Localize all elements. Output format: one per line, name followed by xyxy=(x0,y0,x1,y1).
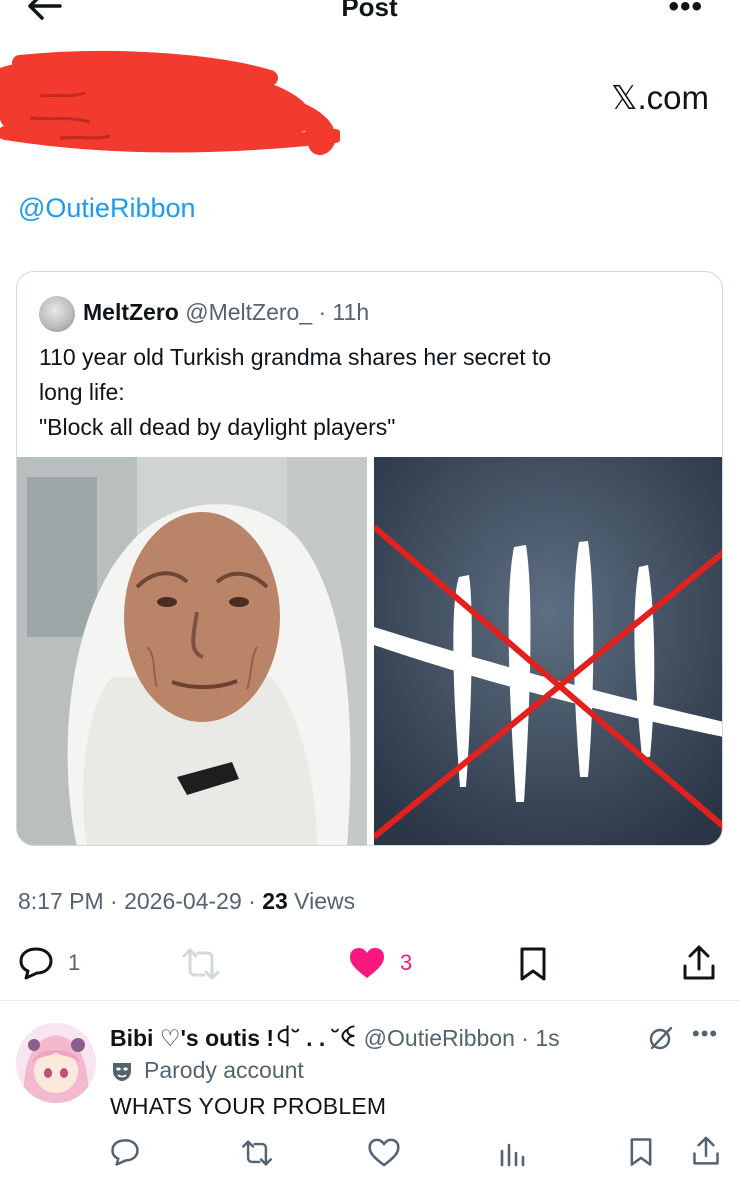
reply-button[interactable]: 1 xyxy=(18,946,80,980)
x-watermark: 𝕏.com xyxy=(610,79,709,116)
timestamp-text: 8:17 PM · 2026-04-29 · xyxy=(18,888,263,914)
views-count: 23 xyxy=(262,888,288,914)
repost-icon xyxy=(182,948,220,980)
reply-header: Bibi ♡'s outis !ꒉ˘ . . ˘ꒊ @OutieRibbon ·… xyxy=(110,1021,560,1052)
reply-text: WHATS YOUR PROBLEM xyxy=(110,1093,387,1119)
repost-button[interactable] xyxy=(180,948,222,980)
page-title: Post xyxy=(341,0,398,22)
mask-icon xyxy=(113,1062,131,1081)
share-icon[interactable] xyxy=(692,1135,720,1167)
share-icon xyxy=(683,945,715,980)
avatar[interactable] xyxy=(16,1023,96,1103)
bookmark-icon xyxy=(520,947,546,981)
heart-icon xyxy=(350,948,384,978)
quoted-text-line: "Block all dead by daylight players" xyxy=(39,414,396,440)
quoted-text-line: 110 year old Turkish grandma shares her … xyxy=(39,344,552,370)
grok-icon[interactable] xyxy=(648,1025,674,1051)
reply-bubble-icon xyxy=(19,947,53,980)
avatar[interactable] xyxy=(39,296,75,332)
photo-grandma[interactable] xyxy=(17,457,367,846)
bar-chart-icon[interactable] xyxy=(498,1139,526,1167)
reply-bubble-icon[interactable] xyxy=(110,1137,140,1167)
like-count: 3 xyxy=(400,950,413,975)
heart-icon[interactable] xyxy=(368,1138,400,1167)
post-action-bar: 1 3 xyxy=(0,940,739,990)
photo-dbd-logo-crossed[interactable] xyxy=(374,457,723,846)
quoted-post[interactable]: MeltZero @MeltZero_ · 11h 110 year old T… xyxy=(16,271,723,846)
more-dots-icon[interactable]: ••• xyxy=(692,1021,718,1047)
quoted-author-meta: @MeltZero_ · 11h xyxy=(178,299,370,325)
quoted-post-header: MeltZero @MeltZero_ · 11h xyxy=(83,299,369,326)
parody-label: Parody account xyxy=(144,1057,304,1083)
bookmark-button[interactable] xyxy=(518,946,548,982)
share-button[interactable] xyxy=(682,944,716,982)
like-button[interactable]: 3 xyxy=(348,946,412,980)
bookmark-icon[interactable] xyxy=(628,1137,654,1167)
reply-count: 1 xyxy=(68,950,81,975)
redaction-scribble xyxy=(0,51,340,155)
quoted-post-text: 110 year old Turkish grandma shares her … xyxy=(39,340,699,445)
reply-author-meta: @OutieRibbon · 1s xyxy=(357,1025,560,1051)
more-dots-icon[interactable]: ••• xyxy=(668,0,703,24)
reply-author-name[interactable]: Bibi ♡'s outis !ꒉ˘ . . ˘ꒊ xyxy=(110,1025,357,1051)
top-bar: Post ••• xyxy=(0,0,739,30)
quoted-text-line: long life: xyxy=(39,379,125,405)
parody-badge: Parody account xyxy=(110,1057,304,1084)
quoted-author-name[interactable]: MeltZero xyxy=(83,299,179,325)
views-label: Views xyxy=(287,888,356,914)
post-timestamp: 8:17 PM · 2026-04-29 · 23 Views xyxy=(18,888,355,915)
mention-link[interactable]: @OutieRibbon xyxy=(18,193,196,224)
repost-icon[interactable] xyxy=(240,1139,274,1167)
reply-post[interactable]: Bibi ♡'s outis !ꒉ˘ . . ˘ꒊ @OutieRibbon ·… xyxy=(0,1001,739,1200)
reply-action-bar xyxy=(0,1135,739,1171)
